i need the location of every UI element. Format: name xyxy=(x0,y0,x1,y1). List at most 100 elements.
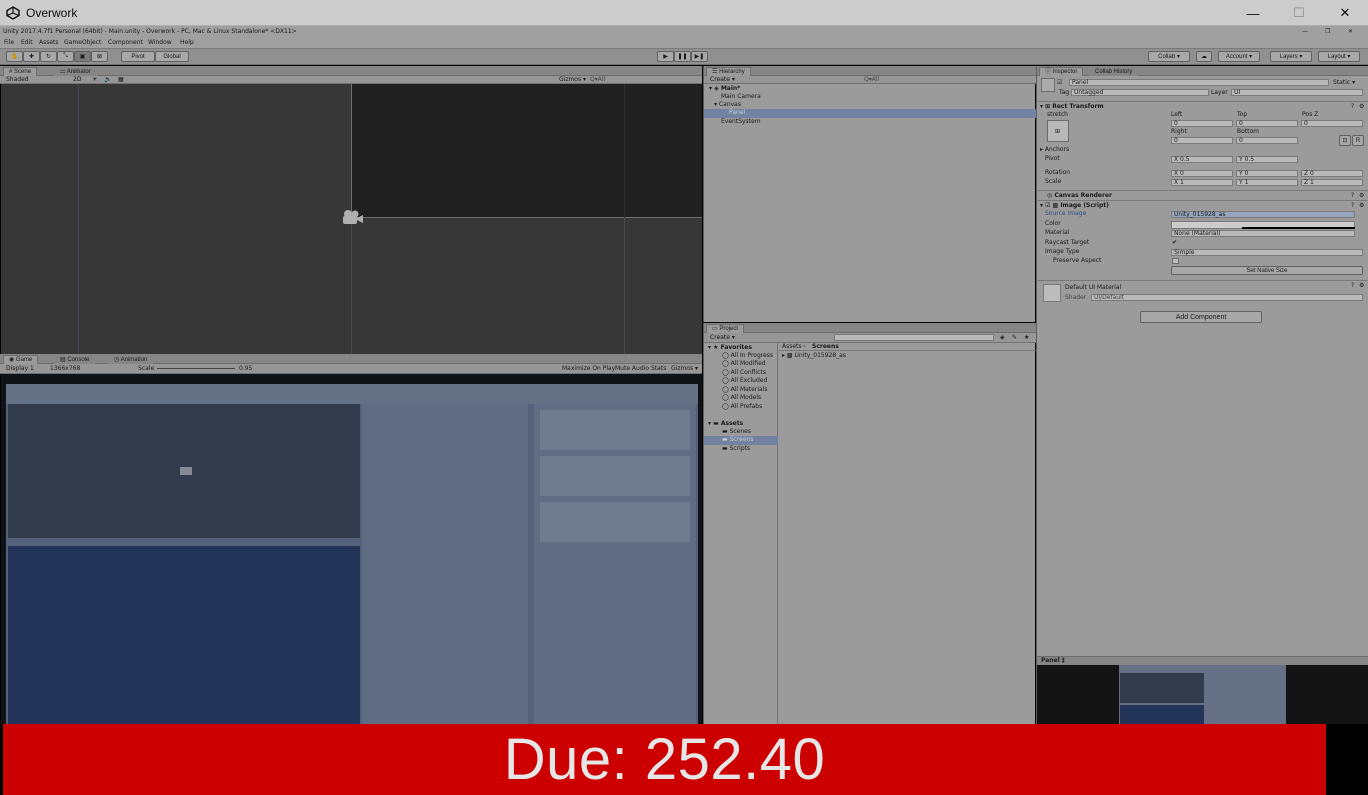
image-script-header[interactable]: ▾ ☑ ▩ Image (Script) ? ⚙ xyxy=(1037,200,1368,209)
hierarchy-search-input[interactable]: Q▾All xyxy=(864,76,879,84)
hierarchy-row[interactable]: Main Camera xyxy=(704,93,1036,101)
help-icon[interactable]: ? xyxy=(1351,202,1354,210)
project-create-dropdown[interactable]: Create ▾ xyxy=(710,334,735,342)
favorite-item[interactable]: ◯ All Models xyxy=(722,394,761,402)
help-icon[interactable]: ? xyxy=(1351,103,1354,111)
layers-dropdown[interactable]: Layers ▾ xyxy=(1270,51,1312,62)
tab-project[interactable]: ▭ Project xyxy=(706,324,745,333)
tab-inspector[interactable]: ⓘ Inspector xyxy=(1039,67,1084,76)
image-type-dropdown[interactable]: Simple xyxy=(1171,249,1363,256)
maximize-on-play-toggle[interactable]: Maximize On Play xyxy=(562,365,615,373)
tab-game[interactable]: ◉ Game xyxy=(3,355,39,364)
menu-assets[interactable]: Assets xyxy=(39,39,59,47)
minimize-button[interactable]: — xyxy=(1230,0,1276,26)
project-search-input[interactable] xyxy=(834,334,994,341)
tab-collab-history[interactable]: Collab History xyxy=(1089,67,1139,76)
scale-x-field[interactable]: X 1 xyxy=(1171,179,1233,186)
hierarchy-row[interactable]: EventSystem xyxy=(704,118,1036,126)
hierarchy-row-selected[interactable]: Panel xyxy=(704,109,1036,118)
rotate-tool-button[interactable]: ↻ xyxy=(40,51,57,62)
object-name-field[interactable]: Panel xyxy=(1069,79,1329,86)
help-icon[interactable]: ? xyxy=(1351,192,1354,200)
tab-animator[interactable]: ⚏ Animator xyxy=(54,67,97,76)
left-field[interactable]: 0 xyxy=(1171,120,1233,127)
pivot-y-field[interactable]: Y 0.5 xyxy=(1236,156,1298,163)
unity-restore-button[interactable]: ❐ xyxy=(1325,28,1330,36)
mute-audio-toggle[interactable]: Mute Audio xyxy=(615,365,649,373)
material-field[interactable]: None (Material) xyxy=(1171,230,1355,237)
active-checkbox[interactable]: ☑ xyxy=(1057,79,1062,87)
asset-file-item[interactable]: ▸ ▩ Unity_015928_as xyxy=(782,352,846,360)
2d-toggle[interactable]: 2D xyxy=(73,76,81,84)
step-button[interactable]: ▶❚ xyxy=(691,51,708,62)
scene-search-input[interactable]: Q▾All xyxy=(590,76,605,84)
menu-window[interactable]: Window xyxy=(148,39,172,47)
top-field[interactable]: 0 xyxy=(1236,120,1298,127)
filter-icon[interactable]: ◈ xyxy=(1000,334,1005,342)
favorite-item[interactable]: ◯ All Conflicts xyxy=(722,369,766,377)
favorites-header[interactable]: ▾ ★ Favorites xyxy=(708,344,752,352)
unity-minimize-button[interactable]: — xyxy=(1302,28,1308,36)
raw-edit-button[interactable]: R xyxy=(1352,135,1364,146)
canvas-renderer-header[interactable]: ◎ Canvas Renderer ? ⚙ xyxy=(1037,190,1368,199)
folder-item[interactable]: ▬ Scenes xyxy=(722,428,751,436)
rotation-z-field[interactable]: Z 0 xyxy=(1301,170,1363,177)
static-toggle[interactable]: Static ▾ xyxy=(1333,79,1355,87)
audio-toggle-icon[interactable]: 🔈 xyxy=(104,76,111,84)
right-field[interactable]: 0 xyxy=(1171,137,1233,144)
global-toggle[interactable]: Global xyxy=(155,51,189,62)
raycast-checkbox[interactable]: ✔ xyxy=(1172,239,1177,247)
scene-viewport[interactable] xyxy=(1,84,702,354)
favorite-item[interactable]: ◯ All Modified xyxy=(722,360,766,368)
layout-dropdown[interactable]: Layout ▾ xyxy=(1318,51,1360,62)
color-swatch[interactable] xyxy=(1171,221,1355,229)
rect-transform-header[interactable]: ▾ ⊞ Rect Transform ? ⚙ xyxy=(1037,101,1368,110)
pivot-toggle[interactable]: Pivot xyxy=(121,51,155,62)
effects-toggle-icon[interactable]: ▦ xyxy=(118,76,124,84)
favorite-item[interactable]: ◯ All In Progress xyxy=(722,352,773,360)
game-viewport[interactable] xyxy=(1,374,702,724)
play-button[interactable]: ▶ xyxy=(657,51,674,62)
hand-tool-button[interactable]: ✋ xyxy=(6,51,23,62)
maximize-button[interactable]: ☐ xyxy=(1276,0,1322,26)
settings-gear-icon[interactable]: ⚙ xyxy=(1359,192,1364,200)
hierarchy-row[interactable]: ▾ ◈ Main* xyxy=(704,85,1036,93)
help-icon[interactable]: ? xyxy=(1351,282,1354,290)
menu-help[interactable]: Help xyxy=(180,39,194,47)
display-dropdown[interactable]: Display 1 xyxy=(6,365,34,373)
pivot-x-field[interactable]: X 0.5 xyxy=(1171,156,1233,163)
settings-gear-icon[interactable]: ⚙ xyxy=(1359,103,1364,111)
tab-animation[interactable]: ◷ Animation xyxy=(108,355,154,364)
menu-component[interactable]: Component xyxy=(108,39,143,47)
source-image-field[interactable]: Unity_015928_as xyxy=(1171,211,1355,218)
menu-gameobject[interactable]: GameObject xyxy=(64,39,101,47)
scale-slider[interactable] xyxy=(157,368,235,369)
breadcrumb-screens[interactable]: Screens xyxy=(812,343,839,351)
label-icon[interactable]: ✎ xyxy=(1012,334,1017,342)
scale-tool-button[interactable]: ⤡ xyxy=(57,51,74,62)
cloud-button[interactable]: ☁ xyxy=(1196,51,1212,62)
folder-item-selected[interactable]: ▬ Screens xyxy=(704,436,778,445)
tab-hierarchy[interactable]: ☰ Hierarchy xyxy=(706,67,751,76)
tag-dropdown[interactable]: Untagged xyxy=(1071,89,1209,96)
preview-header[interactable]: Panel ‡ xyxy=(1037,656,1368,665)
tab-console[interactable]: ▤ Console xyxy=(54,355,96,364)
anchor-preset-button[interactable]: ⊞ xyxy=(1047,120,1069,142)
account-dropdown[interactable]: Account ▾ xyxy=(1218,51,1260,62)
anchors-foldout[interactable]: ▸ Anchors xyxy=(1040,146,1069,154)
game-gizmos-dropdown[interactable]: Gizmos ▾ xyxy=(671,365,698,373)
unity-close-button[interactable]: ✕ xyxy=(1348,28,1353,36)
add-component-button[interactable]: Add Component xyxy=(1140,311,1262,323)
star-icon[interactable]: ★ xyxy=(1024,334,1029,342)
posz-field[interactable]: 0 xyxy=(1301,120,1363,127)
move-tool-button[interactable]: ✚ xyxy=(23,51,40,62)
settings-gear-icon[interactable]: ⚙ xyxy=(1359,282,1364,290)
transform-tool-button[interactable]: ⊠ xyxy=(91,51,108,62)
hierarchy-row[interactable]: ▾ Canvas xyxy=(704,101,1036,109)
layer-dropdown[interactable]: UI xyxy=(1231,89,1363,96)
set-native-size-button[interactable]: Set Native Size xyxy=(1171,266,1363,275)
stats-toggle[interactable]: Stats xyxy=(651,365,666,373)
scene-gizmos-dropdown[interactable]: Gizmos ▾ xyxy=(559,76,586,84)
favorite-item[interactable]: ◯ All Materials xyxy=(722,386,767,394)
collab-dropdown[interactable]: Collab ▾ xyxy=(1148,51,1190,62)
